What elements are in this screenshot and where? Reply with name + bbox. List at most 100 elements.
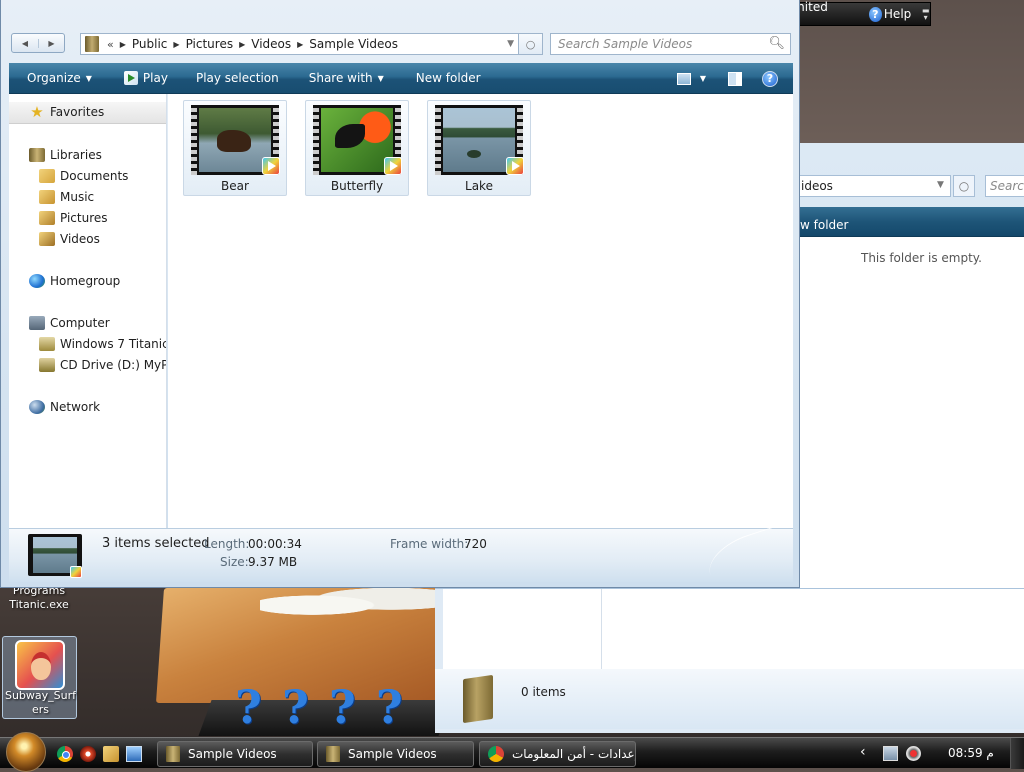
background-search-input[interactable]: Search <box>985 175 1024 197</box>
homegroup-icon <box>29 274 45 288</box>
explorer-window[interactable]: ◀ ▶ « ▶ Public ▶ Pictures ▶ Videos ▶ Sam… <box>0 0 800 592</box>
background-new-folder-button[interactable]: w folder <box>800 218 848 232</box>
network-icon <box>29 400 45 414</box>
breadcrumb-pictures[interactable]: Pictures <box>186 37 234 51</box>
file-item-bear[interactable]: Bear <box>183 100 287 196</box>
nav-item-cd-drive[interactable]: CD Drive (D:) MyPal( <box>39 358 166 372</box>
file-item-lake[interactable]: Lake <box>427 100 531 196</box>
new-folder-button[interactable]: New folder <box>416 71 481 85</box>
network-tray-icon[interactable] <box>883 746 898 761</box>
taskbar-item-sample-videos-2[interactable]: Sample Videos <box>317 741 474 767</box>
refresh-button[interactable]: ○ <box>519 33 543 55</box>
details-pane: 3 items selected Length: 00:00:34 Size: … <box>9 524 794 592</box>
taskbar-item-sample-videos-1[interactable]: Sample Videos <box>157 741 313 767</box>
selection-count: 3 items selected <box>102 536 210 551</box>
clock[interactable]: 08:59 م <box>948 746 994 760</box>
breadcrumb-separator-icon[interactable]: ▶ <box>120 40 126 49</box>
nav-item-computer[interactable]: Computer <box>29 316 110 330</box>
breadcrumb-separator-icon[interactable]: ▶ <box>173 40 179 49</box>
nav-item-windows-drive[interactable]: Windows 7 Titanic E <box>39 337 166 351</box>
command-bar: Organize ▼ Play Play selection Share with… <box>9 63 793 94</box>
breadcrumb-public[interactable]: Public <box>132 37 168 51</box>
file-item-butterfly[interactable]: Butterfly <box>305 100 409 196</box>
back-arrow-icon[interactable]: ◀ <box>12 39 38 48</box>
pictures-icon <box>39 211 55 225</box>
chrome-icon[interactable] <box>57 746 73 762</box>
hard-drive-icon <box>39 337 55 351</box>
help-icon[interactable]: ? <box>868 6 882 22</box>
subway-surfers-icon <box>15 640 65 690</box>
videos-icon <box>39 232 55 246</box>
nav-item-videos[interactable]: Videos <box>39 232 100 246</box>
preview-pane-icon[interactable] <box>728 71 742 86</box>
selection-thumbnail <box>28 534 82 578</box>
items-count: 0 items <box>521 685 566 699</box>
show-desktop-button[interactable] <box>1010 738 1024 769</box>
chevron-down-icon: ▼ <box>377 73 384 83</box>
details-decoration <box>702 524 794 592</box>
desktop-icon-programs-label[interactable]: Programs Titanic.exe <box>0 584 78 612</box>
navigation-pane: ★ Favorites Libraries Documents Music Pi… <box>9 94 167 528</box>
nav-item-documents[interactable]: Documents <box>39 169 128 183</box>
help-button[interactable]: ? <box>762 70 778 87</box>
show-desktop-icon[interactable] <box>126 746 142 762</box>
nav-item-favorites[interactable]: ★ Favorites <box>29 105 104 120</box>
explorer-icon[interactable] <box>103 746 119 762</box>
folder-icon <box>326 746 340 762</box>
volume-tray-icon[interactable] <box>906 746 921 761</box>
length-value: 00:00:34 <box>248 537 302 551</box>
chevron-down-icon[interactable]: ▼ <box>937 180 944 190</box>
language-bar-options-icon[interactable]: ▬ ▾ <box>921 7 930 22</box>
background-content-lower <box>602 589 1022 669</box>
media-player-icon[interactable] <box>80 746 96 762</box>
breadcrumb-sample-videos[interactable]: Sample Videos <box>309 37 398 51</box>
address-overflow[interactable]: « <box>107 38 114 51</box>
nav-item-music[interactable]: Music <box>39 190 94 204</box>
background-command-bar: w folder <box>799 207 1024 237</box>
file-name: Bear <box>221 179 249 193</box>
background-window-lower[interactable]: 0 items <box>435 588 1024 733</box>
search-input[interactable]: Search Sample Videos 🔍︎ <box>550 33 791 55</box>
chevron-down-icon[interactable]: ▼ <box>700 74 706 83</box>
frame-width-label: Frame width: <box>390 537 469 551</box>
cd-drive-icon <box>39 358 55 372</box>
file-name: Butterfly <box>330 179 384 193</box>
size-value: 9.37 MB <box>248 555 298 569</box>
nav-item-homegroup[interactable]: Homegroup <box>29 274 120 288</box>
change-view-icon[interactable] <box>676 72 691 85</box>
start-button[interactable] <box>6 732 46 772</box>
play-icon <box>123 71 138 85</box>
organize-button[interactable]: Organize ▼ <box>27 71 92 85</box>
folder-icon <box>166 746 180 762</box>
search-placeholder: Search Sample Videos <box>558 37 693 51</box>
address-history-dropdown-icon[interactable]: ▼ <box>507 39 514 49</box>
library-folder-icon <box>85 36 99 52</box>
share-with-button[interactable]: Share with ▼ <box>309 71 384 85</box>
address-bar[interactable]: « ▶ Public ▶ Pictures ▶ Videos ▶ Sample … <box>80 33 519 55</box>
taskbar-item-chrome-settings[interactable]: الإعدادات - أمن المعلومات... <box>479 741 636 767</box>
search-icon[interactable]: 🔍︎ <box>768 36 785 51</box>
play-selection-button[interactable]: Play selection <box>196 71 279 85</box>
breadcrumb-separator-icon[interactable]: ▶ <box>297 40 303 49</box>
back-forward-buttons[interactable]: ◀ ▶ <box>11 33 65 53</box>
forward-arrow-icon[interactable]: ▶ <box>38 38 64 48</box>
desktop-icon-subway-surfers[interactable]: Subway_Surfers <box>2 636 77 719</box>
nav-item-libraries[interactable]: Libraries <box>29 148 102 162</box>
breadcrumb-separator-icon[interactable]: ▶ <box>239 40 245 49</box>
background-refresh-button[interactable]: ○ <box>953 175 975 197</box>
media-player-icon <box>70 566 82 578</box>
media-player-icon <box>506 157 524 175</box>
language-bar-help[interactable]: Help <box>884 7 911 21</box>
tray-expand-icon[interactable]: ‹ <box>860 744 866 760</box>
library-folder-icon <box>463 674 493 724</box>
breadcrumb-videos[interactable]: Videos <box>251 37 291 51</box>
media-player-icon <box>262 157 280 175</box>
chevron-down-icon: ▼ <box>85 73 92 83</box>
background-address-bar[interactable]: ideos ▼ <box>799 175 951 197</box>
chrome-icon <box>488 746 504 762</box>
nav-item-pictures[interactable]: Pictures <box>39 211 108 225</box>
empty-folder-message: This folder is empty. <box>861 251 982 265</box>
play-button[interactable]: Play <box>123 71 168 85</box>
file-name: Lake <box>465 179 493 193</box>
nav-item-network[interactable]: Network <box>29 400 100 414</box>
